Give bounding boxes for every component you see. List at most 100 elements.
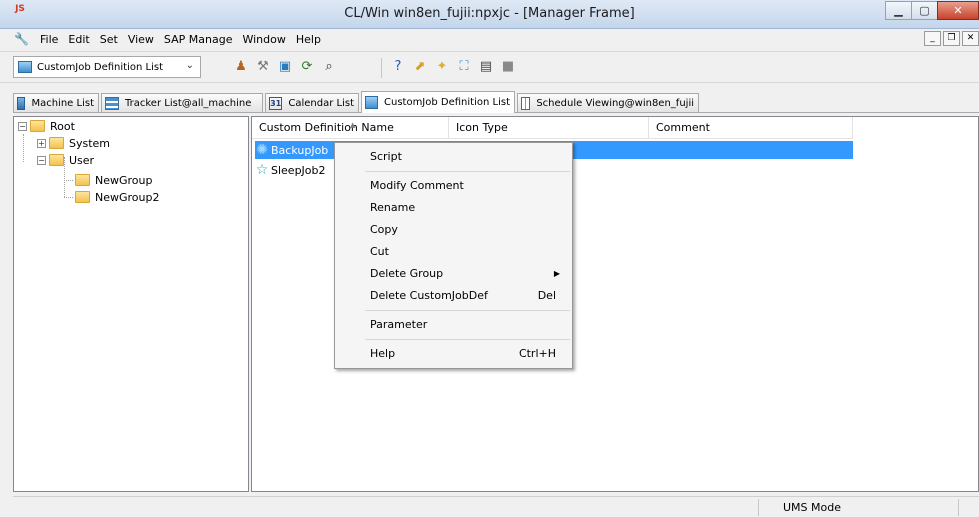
tab-customjob-definition-list[interactable]: CustomJob Definition List [361, 91, 515, 113]
menu-item-script[interactable]: Script [337, 146, 570, 168]
menu-separator [365, 339, 570, 340]
tree-label: NewGroup [95, 173, 153, 187]
star-icon: ☆ [255, 162, 269, 178]
schedule-icon[interactable]: ▤ [478, 58, 494, 75]
tree-item-root[interactable]: − Root [18, 118, 75, 134]
tab-label: Schedule Viewing@win8en_fujii [536, 97, 694, 109]
group-tree[interactable]: − Root + System − User NewGroup NewGroup… [13, 116, 249, 492]
tab-calendar-list[interactable]: 31 Calendar List [265, 93, 359, 112]
tree-label: Root [50, 119, 75, 133]
menu-item-label: Delete Group [370, 267, 444, 280]
column-label: Custom Definition Name [259, 121, 394, 134]
tree-item-user[interactable]: − User [37, 152, 94, 168]
tree-label: NewGroup2 [95, 190, 160, 204]
tab-schedule-viewing[interactable]: Schedule Viewing@win8en_fujii [517, 93, 699, 112]
monitor-icon[interactable]: ▣ [277, 58, 293, 75]
sort-ascending-icon: ▲ [350, 121, 356, 129]
menu-item-parameter[interactable]: Parameter [337, 314, 570, 336]
toolbar-separator [381, 58, 382, 78]
menu-item-shortcut: Del [537, 289, 556, 302]
menu-view[interactable]: View [123, 33, 159, 46]
collapse-icon[interactable]: − [18, 121, 27, 131]
schedule-icon [521, 96, 531, 110]
tab-bar: Machine List Tracker List@all_machine 31… [13, 91, 979, 113]
tab-tracker-list[interactable]: Tracker List@all_machine [101, 93, 263, 112]
tree-line [64, 197, 73, 198]
mdi-controls: _ ❐ ✕ [922, 31, 979, 46]
view-selector-dropdown[interactable]: CustomJob Definition List ⌄ [13, 56, 201, 78]
help-icon[interactable]: ? [390, 58, 406, 75]
export-icon[interactable]: ⬈ [412, 58, 428, 75]
menu-item-cut[interactable]: Cut [337, 241, 570, 263]
menu-item-copy[interactable]: Copy [337, 219, 570, 241]
menu-item-help[interactable]: Help Ctrl+H [337, 343, 570, 365]
tree-item-newgroup[interactable]: NewGroup [75, 172, 152, 188]
table-row-sleepjob2[interactable]: ☆ SleepJob2 [255, 161, 326, 179]
tree-item-newgroup2[interactable]: NewGroup2 [75, 189, 159, 205]
close-button[interactable]: ✕ [937, 1, 979, 20]
refresh-icon[interactable]: ⟳ [299, 58, 315, 75]
menu-item-label: Cut [370, 245, 389, 258]
expand-icon[interactable]: + [37, 138, 46, 148]
tab-machine-list[interactable]: Machine List [13, 93, 99, 112]
menu-item-delete-group[interactable]: Delete Group ▶ [337, 263, 570, 285]
mdi-minimize-button[interactable]: _ [924, 31, 941, 46]
maximize-button[interactable]: ▢ [911, 1, 938, 20]
menu-item-shortcut: Ctrl+H [518, 347, 556, 360]
menu-help[interactable]: Help [291, 33, 326, 46]
menu-item-label: Modify Comment [370, 179, 464, 192]
toolbar: CustomJob Definition List ⌄ ♟ ⚒ ▣ ⟳ ⌕ ? … [0, 51, 979, 83]
menu-separator [365, 310, 570, 311]
menu-item-delete-customjobdef[interactable]: Delete CustomJobDef Del [337, 285, 570, 307]
tracker-icon [105, 96, 119, 110]
menu-bar: 🔧 File Edit Set View SAP Manage Window H… [0, 29, 979, 49]
stop-icon[interactable]: ■ [500, 58, 516, 75]
menu-edit[interactable]: Edit [63, 33, 94, 46]
menu-item-label: Parameter [370, 318, 428, 331]
mdi-frame-icon[interactable]: 🔧 [14, 32, 30, 46]
mdi-close-button[interactable]: ✕ [962, 31, 979, 46]
tree-line [64, 180, 73, 181]
folder-icon [30, 120, 45, 132]
toolbar-group-2: ? ⬈ ✦ ⛶ ▤ ■ [390, 58, 522, 75]
row-name: SleepJob2 [271, 163, 326, 177]
column-header-comment[interactable]: Comment [649, 117, 853, 139]
new-icon[interactable]: ✦ [434, 58, 450, 75]
calendar-icon: 31 [269, 96, 283, 110]
tab-label: CustomJob Definition List [384, 97, 510, 108]
folder-icon [49, 137, 64, 149]
title-bar: JS CL/Win win8en_fujii:npxjc - [Manager … [0, 0, 979, 29]
find-icon[interactable]: ⌕ [321, 58, 337, 75]
tree-line [23, 134, 24, 162]
customjob-icon [365, 96, 378, 109]
menu-item-label: Help [370, 347, 396, 360]
menu-window[interactable]: Window [237, 33, 290, 46]
minimize-button[interactable]: ▁ [885, 1, 912, 20]
tab-label: Tracker List@all_machine [125, 97, 252, 109]
menu-file[interactable]: File [35, 33, 63, 46]
tab-label: Machine List [31, 97, 94, 109]
mdi-restore-button[interactable]: ❐ [943, 31, 960, 46]
column-header-name[interactable]: ▲ Custom Definition Name [252, 117, 449, 139]
tree-label: System [69, 136, 111, 150]
row-name: BackupJob [271, 143, 329, 157]
status-divider [758, 499, 759, 516]
folder-icon [49, 154, 64, 166]
user-icon[interactable]: ♟ [233, 58, 249, 75]
column-label: Icon Type [456, 121, 508, 134]
menu-set[interactable]: Set [95, 33, 123, 46]
chevron-down-icon[interactable]: ⌄ [186, 60, 194, 71]
job-icon[interactable]: ⛶ [456, 58, 472, 75]
tree-label: User [69, 153, 95, 167]
status-bar: UMS Mode [13, 496, 979, 517]
wrench-icon[interactable]: ⚒ [255, 58, 271, 75]
window-title: CL/Win win8en_fujii:npxjc - [Manager Fra… [344, 6, 635, 21]
window-controls: ▁ ▢ ✕ [885, 1, 979, 21]
column-header-icon-type[interactable]: Icon Type [449, 117, 649, 139]
menu-item-modify-comment[interactable]: Modify Comment [337, 175, 570, 197]
tree-item-system[interactable]: + System [37, 135, 110, 151]
menu-sap-manage[interactable]: SAP Manage [159, 33, 238, 46]
tab-label: Calendar List [288, 97, 354, 109]
menu-item-rename[interactable]: Rename [337, 197, 570, 219]
collapse-icon[interactable]: − [37, 155, 46, 165]
